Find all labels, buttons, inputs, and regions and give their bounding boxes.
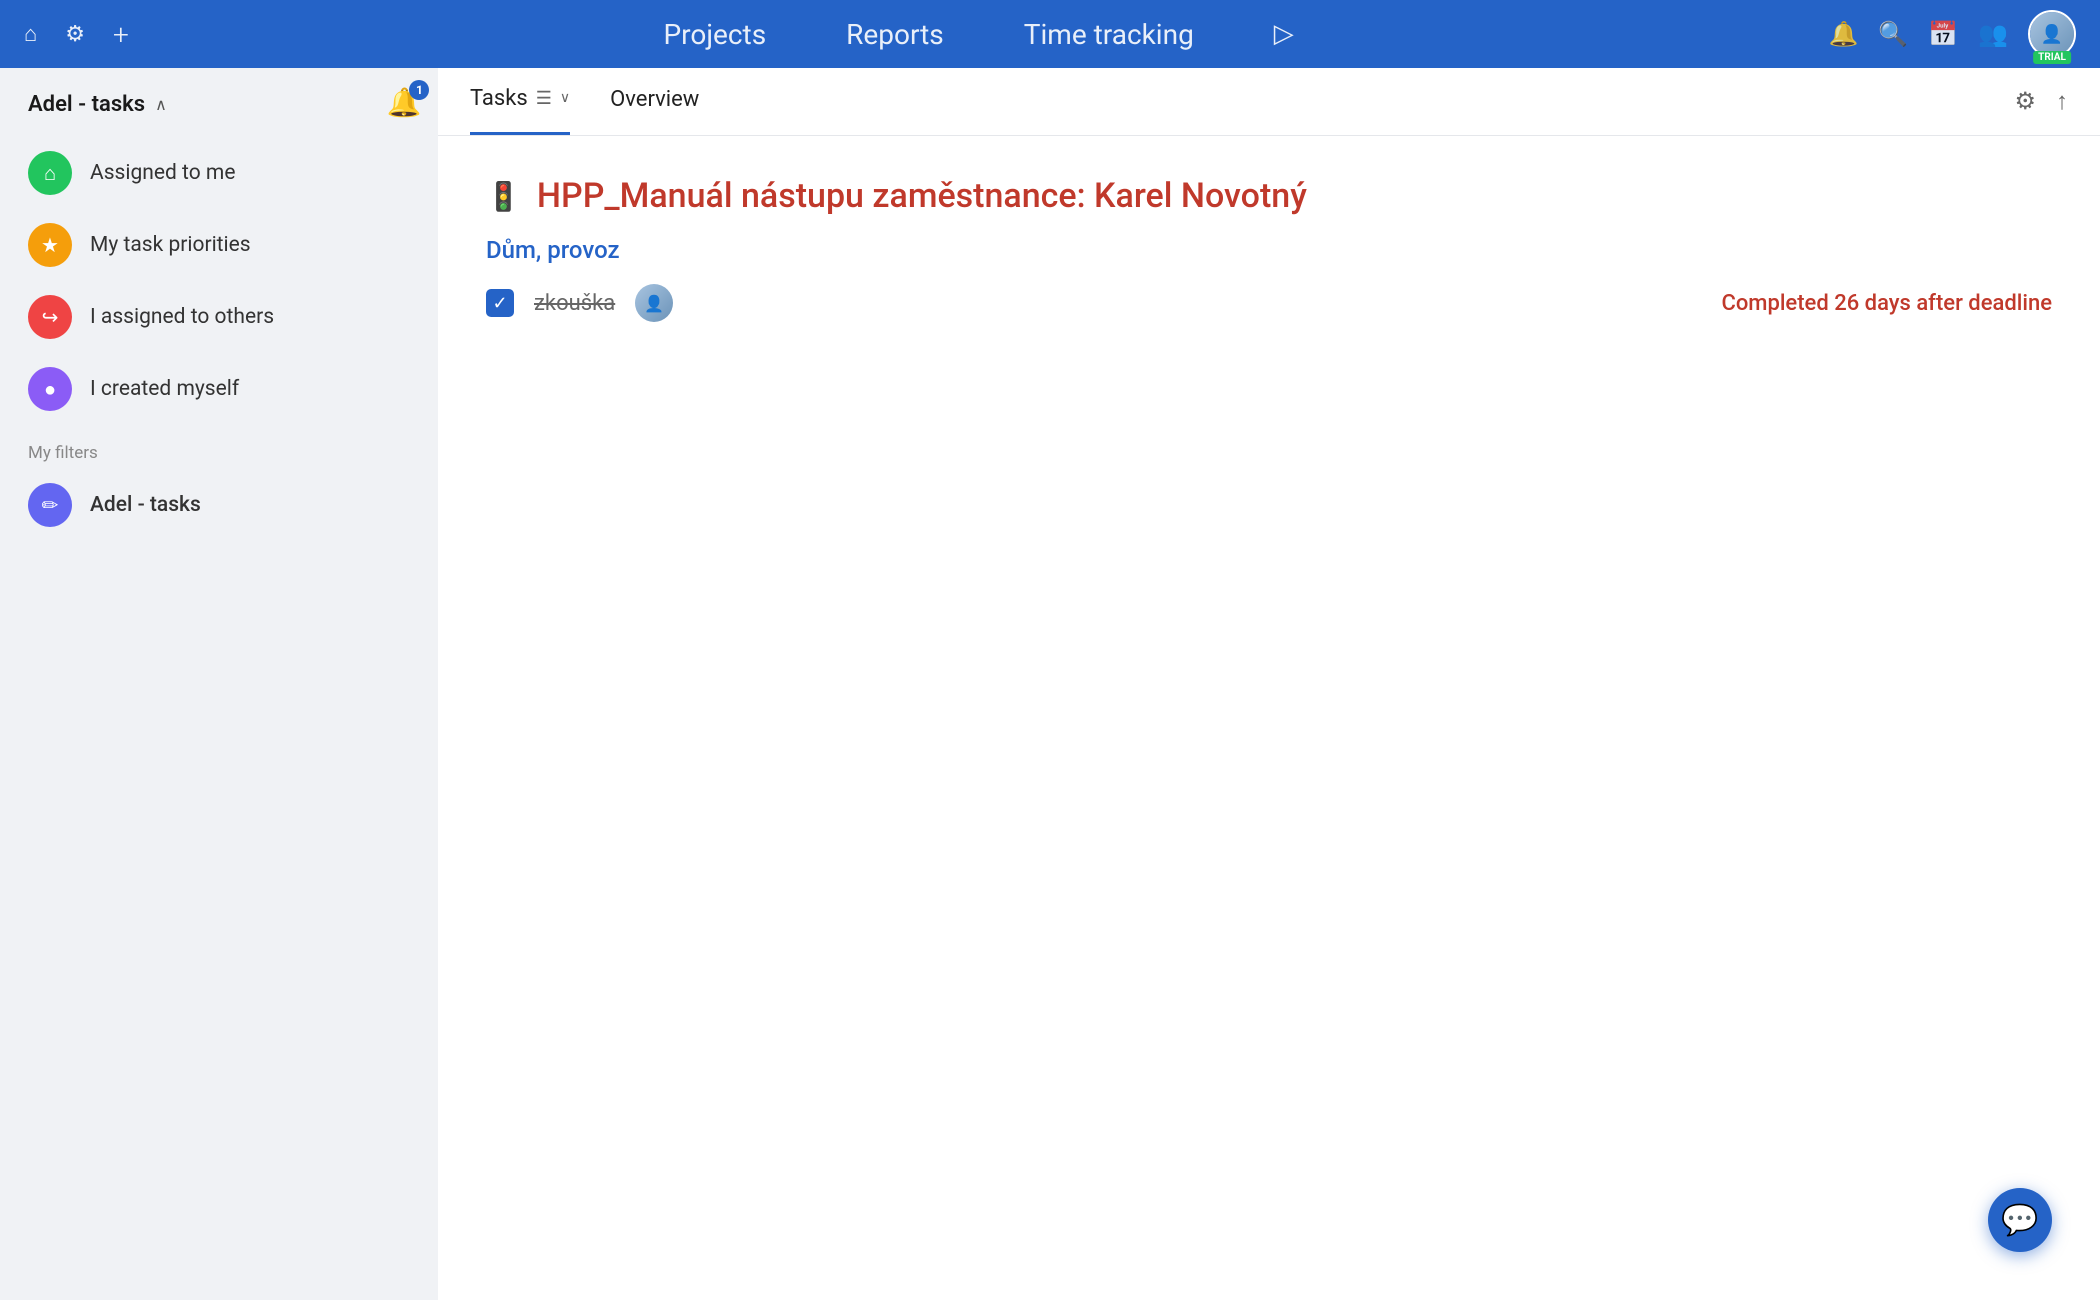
task-row: ✓ zkouška 👤 Completed 26 days after dead…: [486, 284, 2052, 322]
tab-filter-icon[interactable]: ☰: [536, 88, 552, 109]
task-status-icon: 🚦: [486, 180, 521, 213]
top-navigation: ⌂ ⚙ + Projects Reports Time tracking ▷ 🔔…: [0, 0, 2100, 68]
chat-icon: 💬: [2001, 1203, 2038, 1238]
assigned-to-me-icon: ⌂: [28, 151, 72, 195]
chevron-down-icon: ∧: [155, 95, 167, 114]
bell-icon[interactable]: 🔔: [1828, 20, 1858, 48]
sidebar-item-assigned-to-me[interactable]: ⌂ Assigned to me: [0, 137, 370, 209]
sidebar-label-i-assigned-to-others: I assigned to others: [90, 305, 274, 329]
main-content: 🚦 HPP_Manuál nástupu zaměstnance: Karel …: [438, 136, 2100, 1300]
tab-tasks-label: Tasks: [470, 86, 528, 111]
nav-link-projects[interactable]: Projects: [664, 18, 767, 51]
topnav-center: Projects Reports Time tracking ▷: [129, 18, 1829, 51]
task-assignee-avatar: 👤: [635, 284, 673, 322]
topnav-right: 🔔 🔍 📅 👥 👤 TRIAL: [1828, 10, 2076, 58]
settings-icon[interactable]: ⚙: [65, 22, 85, 47]
avatar-image: 👤: [2030, 12, 2074, 56]
topnav-left: ⌂ ⚙ +: [24, 18, 129, 51]
home-icon[interactable]: ⌂: [24, 21, 37, 47]
i-created-myself-icon: ●: [28, 367, 72, 411]
sidebar-title: Adel - tasks: [28, 92, 145, 117]
task-title-row: 🚦 HPP_Manuál nástupu zaměstnance: Karel …: [486, 176, 2052, 216]
sidebar-label-my-task-priorities: My task priorities: [90, 233, 251, 257]
notification-count-badge: 1: [409, 80, 429, 100]
sidebar-label-i-created-myself: I created myself: [90, 377, 239, 401]
adel-tasks-filter-icon: ✏: [28, 483, 72, 527]
project-link[interactable]: Dům, provoz: [486, 236, 2052, 264]
sidebar-item-i-assigned-to-others[interactable]: ↪ I assigned to others: [0, 281, 370, 353]
tab-export-icon[interactable]: ↑: [2056, 87, 2068, 116]
tab-bar-right: ⚙ ↑: [2014, 87, 2068, 116]
user-avatar-container: 👤 TRIAL: [2028, 10, 2076, 58]
main-layout: Adel - tasks ∧ ⌂ Assigned to me ★ My tas…: [0, 68, 2100, 1300]
calendar-icon[interactable]: 📅: [1928, 20, 1958, 48]
chat-button[interactable]: 💬: [1988, 1188, 2052, 1252]
tab-settings-icon[interactable]: ⚙: [2014, 87, 2036, 116]
add-icon[interactable]: +: [113, 18, 129, 51]
notification-bell-wrap[interactable]: 🔔 1: [387, 86, 422, 119]
team-icon[interactable]: 👥: [1978, 20, 2008, 48]
sidebar-item-i-created-myself[interactable]: ● I created myself: [0, 353, 370, 425]
checkmark-icon: ✓: [492, 293, 507, 314]
tab-chevron-icon[interactable]: ∨: [560, 90, 570, 106]
task-checkbox[interactable]: ✓: [486, 289, 514, 317]
content-area: Tasks ☰ ∨ Overview ⚙ ↑ 🚦 HPP_Manuál nást…: [438, 68, 2100, 1300]
task-deadline-status: Completed 26 days after deadline: [1721, 291, 2052, 316]
nav-link-reports[interactable]: Reports: [846, 18, 944, 51]
trial-badge: TRIAL: [2033, 51, 2071, 64]
sidebar-filter-adel-tasks[interactable]: ✏ Adel - tasks: [0, 469, 370, 541]
search-icon[interactable]: 🔍: [1878, 20, 1908, 48]
my-task-priorities-icon: ★: [28, 223, 72, 267]
sidebar-filter-label-adel-tasks: Adel - tasks: [90, 493, 201, 517]
i-assigned-to-others-icon: ↪: [28, 295, 72, 339]
task-name: zkouška: [534, 291, 615, 316]
nav-link-time-tracking[interactable]: Time tracking: [1024, 18, 1194, 51]
sidebar-item-my-task-priorities[interactable]: ★ My task priorities: [0, 209, 370, 281]
sidebar-header[interactable]: Adel - tasks ∧: [0, 92, 370, 137]
task-title: HPP_Manuál nástupu zaměstnance: Karel No…: [537, 176, 1307, 216]
tab-tasks[interactable]: Tasks ☰ ∨: [470, 68, 570, 135]
notification-bar: 🔔 1: [370, 68, 438, 1300]
sidebar-label-assigned-to-me: Assigned to me: [90, 161, 235, 185]
filters-section-label: My filters: [0, 425, 370, 469]
tab-overview-label: Overview: [610, 87, 699, 112]
play-icon[interactable]: ▷: [1274, 19, 1294, 49]
tab-overview[interactable]: Overview: [610, 68, 699, 135]
sidebar: Adel - tasks ∧ ⌂ Assigned to me ★ My tas…: [0, 68, 370, 1300]
tab-bar: Tasks ☰ ∨ Overview ⚙ ↑: [438, 68, 2100, 136]
